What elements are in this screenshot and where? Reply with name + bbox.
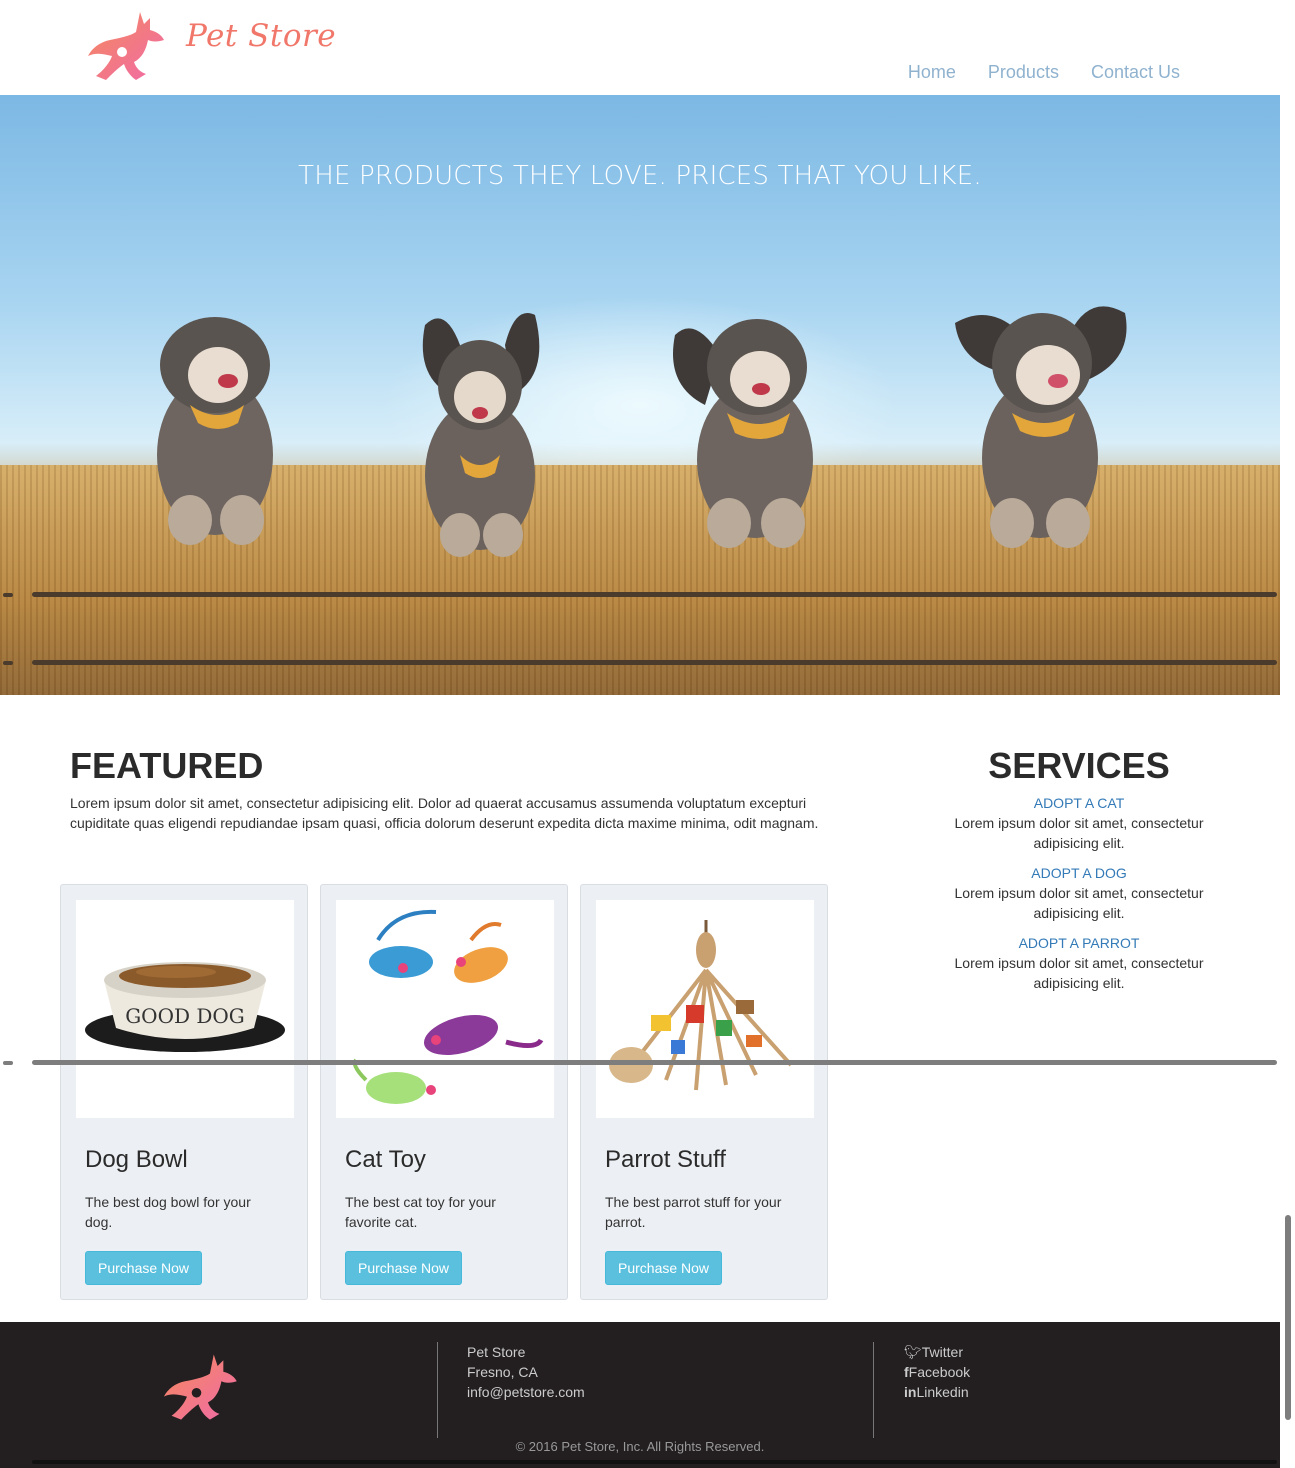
- service-description: Lorem ipsum dolor sit amet, consectetur …: [954, 885, 1204, 921]
- footer-location: Fresno, CA: [467, 1364, 538, 1380]
- footer-divider: [873, 1342, 874, 1438]
- product-image-parrot-stuff: [596, 900, 814, 1118]
- divider-line: [32, 1460, 1277, 1464]
- running-dog-image: [955, 306, 1127, 548]
- hero-banner: THE PRODUCTS THEY LOVE. PRICES THAT YOU …: [0, 95, 1280, 695]
- product-description: The best dog bowl for your dog.: [85, 1194, 251, 1230]
- product-image-dog-bowl: GOOD DOG: [76, 900, 294, 1118]
- main-nav: Home Products Contact Us: [908, 62, 1180, 83]
- footer-email[interactable]: info@petstore.com: [467, 1382, 585, 1402]
- page-scrollbar[interactable]: [1285, 1215, 1291, 1420]
- running-dog-image: [157, 317, 273, 545]
- product-title: Cat Toy: [345, 1146, 426, 1173]
- service-description: Lorem ipsum dolor sit amet, consectetur …: [954, 815, 1204, 851]
- svg-text:GOOD DOG: GOOD DOG: [125, 1004, 245, 1028]
- product-card-cat-toy: Cat Toy The best cat toy for your favori…: [320, 884, 568, 1300]
- product-card-parrot-stuff: Parrot Stuff The best parrot stuff for y…: [580, 884, 828, 1300]
- product-card-dog-bowl: GOOD DOG Dog Bowl The best dog bowl for …: [60, 884, 308, 1300]
- site-footer: Pet Store Fresno, CA info@petstore.com 🐦…: [0, 1322, 1280, 1468]
- service-item: ADOPT A CAT Lorem ipsum dolor sit amet, …: [940, 793, 1218, 853]
- adopt-cat-link[interactable]: ADOPT A CAT: [940, 793, 1218, 813]
- brand-logo[interactable]: Pet Store: [86, 10, 336, 84]
- service-item: ADOPT A PARROT Lorem ipsum dolor sit ame…: [940, 933, 1218, 993]
- product-description: The best parrot stuff for your parrot.: [605, 1194, 782, 1230]
- footer-divider: [437, 1342, 438, 1438]
- running-dog-icon: [88, 12, 164, 80]
- adopt-dog-link[interactable]: ADOPT A DOG: [940, 863, 1218, 883]
- featured-heading: FEATURED: [70, 745, 264, 786]
- purchase-now-button[interactable]: Purchase Now: [605, 1251, 723, 1285]
- product-description: The best cat toy for your favorite cat.: [345, 1194, 496, 1230]
- nav-home[interactable]: Home: [908, 62, 956, 83]
- facebook-link[interactable]: fFacebook: [904, 1364, 970, 1380]
- hero-title: THE PRODUCTS THEY LOVE. PRICES THAT YOU …: [298, 161, 982, 191]
- nav-products[interactable]: Products: [988, 62, 1059, 83]
- linkedin-icon: in: [904, 1384, 917, 1400]
- product-title: Dog Bowl: [85, 1146, 188, 1173]
- services-heading: SERVICES: [988, 745, 1170, 786]
- product-title: Parrot Stuff: [605, 1146, 726, 1173]
- divider-line: [3, 593, 13, 597]
- purchase-now-button[interactable]: Purchase Now: [85, 1251, 203, 1285]
- purchase-now-button[interactable]: Purchase Now: [345, 1251, 463, 1285]
- brand-name: Pet Store: [186, 18, 337, 54]
- service-description: Lorem ipsum dolor sit amet, consectetur …: [954, 955, 1204, 991]
- services-section: SERVICES ADOPT A CAT Lorem ipsum dolor s…: [940, 745, 1218, 993]
- service-item: ADOPT A DOG Lorem ipsum dolor sit amet, …: [940, 863, 1218, 923]
- divider-line: [32, 592, 1277, 597]
- running-dog-icon: [163, 1354, 237, 1420]
- running-dog-image: [422, 313, 540, 557]
- divider-line: [3, 661, 13, 665]
- featured-intro: Lorem ipsum dolor sit amet, consectetur …: [70, 795, 819, 831]
- site-header: Pet Store Home Products Contact Us: [0, 0, 1280, 95]
- footer-contact: Pet Store Fresno, CA info@petstore.com: [467, 1342, 585, 1402]
- running-dog-image: [673, 319, 813, 548]
- nav-contact-us[interactable]: Contact Us: [1091, 62, 1180, 83]
- twitter-link[interactable]: 🐦︎Twitter: [904, 1344, 963, 1360]
- product-image-cat-toy: [336, 900, 554, 1118]
- copyright-text: © 2016 Pet Store, Inc. All Rights Reserv…: [515, 1439, 765, 1454]
- adopt-parrot-link[interactable]: ADOPT A PARROT: [940, 933, 1218, 953]
- footer-social: 🐦︎Twitter fFacebook inLinkedin: [904, 1342, 970, 1402]
- divider-line: [3, 1061, 13, 1065]
- linkedin-link[interactable]: inLinkedin: [904, 1384, 969, 1400]
- divider-line: [32, 660, 1277, 665]
- footer-company-name: Pet Store: [467, 1344, 526, 1360]
- twitter-icon: 🐦︎: [904, 1344, 922, 1360]
- divider-line: [32, 1060, 1277, 1065]
